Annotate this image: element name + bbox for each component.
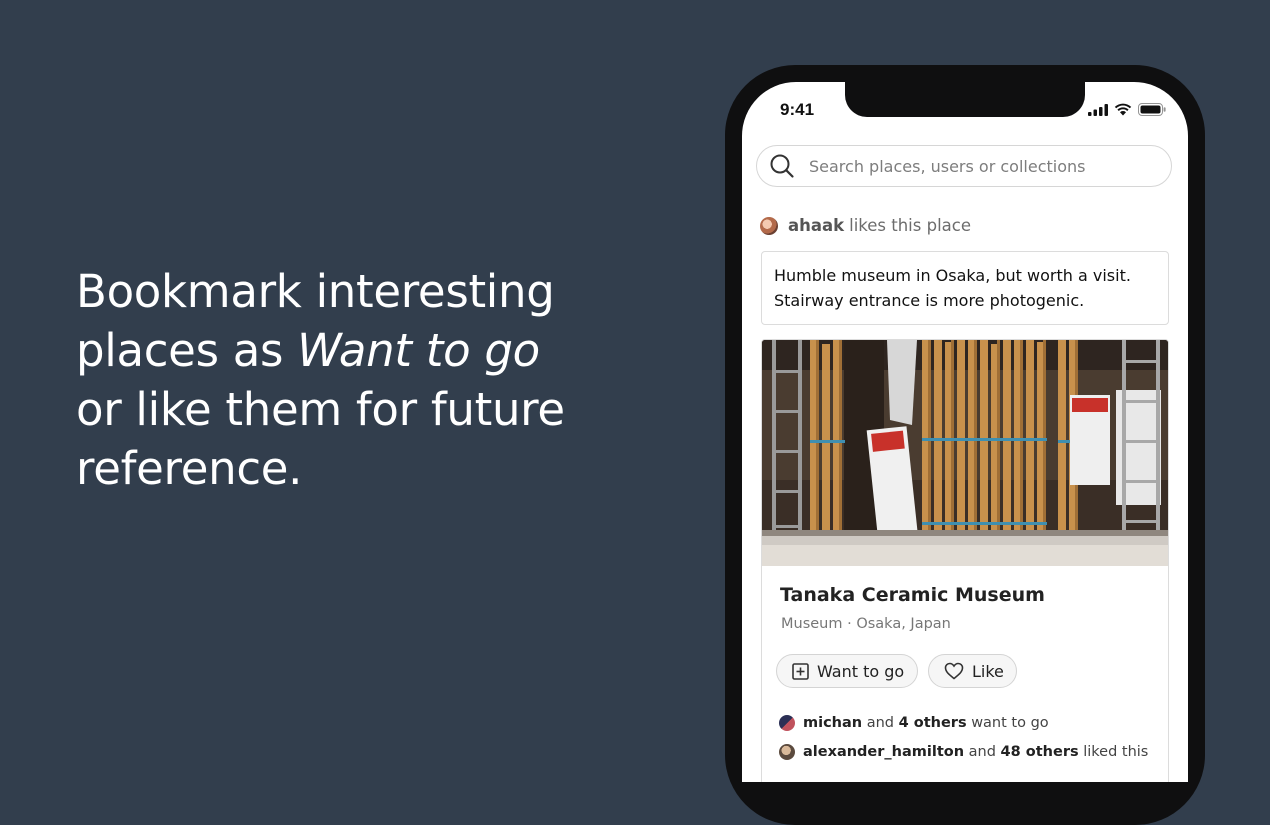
- avatar[interactable]: [760, 216, 778, 235]
- want-to-go-summary: michan and 4 others want to go: [779, 715, 1049, 731]
- social-user-link[interactable]: michan: [803, 715, 862, 731]
- like-button[interactable]: Like: [928, 654, 1017, 688]
- avatar[interactable]: [779, 744, 795, 760]
- place-photo[interactable]: [762, 340, 1168, 566]
- social-others-link[interactable]: 48 others: [1001, 744, 1079, 760]
- place-card[interactable]: Tanaka Ceramic Museum Museum · Osaka, Ja…: [761, 339, 1169, 782]
- phone-screen: 9:41 ahaak likes this place Hu: [742, 82, 1188, 782]
- tagline-text-end: or like them for future reference.: [76, 383, 565, 495]
- status-time: 9:41: [780, 100, 815, 119]
- activity-line: ahaak likes this place: [760, 216, 971, 235]
- place-name[interactable]: Tanaka Ceramic Museum: [780, 584, 1045, 606]
- like-label: Like: [972, 661, 1004, 681]
- want-to-go-button[interactable]: Want to go: [776, 654, 918, 688]
- user-note: Humble museum in Osaka, but worth a visi…: [761, 251, 1169, 325]
- search-input[interactable]: [807, 155, 1151, 177]
- plus-square-icon: [792, 662, 809, 680]
- tagline-emphasis: Want to go: [297, 324, 540, 377]
- search-icon: [770, 154, 794, 178]
- signal-icon: [1088, 103, 1108, 116]
- note-line: Stairway entrance is more photogenic.: [774, 291, 1085, 310]
- social-suffix: liked this: [1083, 744, 1149, 760]
- social-others-link[interactable]: 4 others: [899, 715, 967, 731]
- phone-notch: [845, 82, 1085, 117]
- battery-icon: [1138, 103, 1166, 116]
- want-to-go-label: Want to go: [817, 661, 905, 681]
- search-bar[interactable]: [756, 145, 1172, 187]
- activity-text: likes this place: [849, 216, 971, 235]
- note-line: Humble museum in Osaka, but worth a visi…: [774, 266, 1131, 285]
- avatar[interactable]: [779, 715, 795, 731]
- heart-icon: [944, 662, 964, 680]
- place-category-location: Museum · Osaka, Japan: [781, 616, 951, 632]
- activity-user-link[interactable]: ahaak: [788, 216, 844, 235]
- social-and: and: [866, 715, 894, 731]
- marketing-tagline: Bookmark interesting places as Want to g…: [76, 262, 596, 498]
- wifi-icon: [1114, 103, 1132, 116]
- social-suffix: want to go: [971, 715, 1049, 731]
- social-user-link[interactable]: alexander_hamilton: [803, 744, 964, 760]
- social-and: and: [968, 744, 996, 760]
- liked-summary: alexander_hamilton and 48 others liked t…: [779, 744, 1148, 760]
- status-icons: [1088, 103, 1166, 116]
